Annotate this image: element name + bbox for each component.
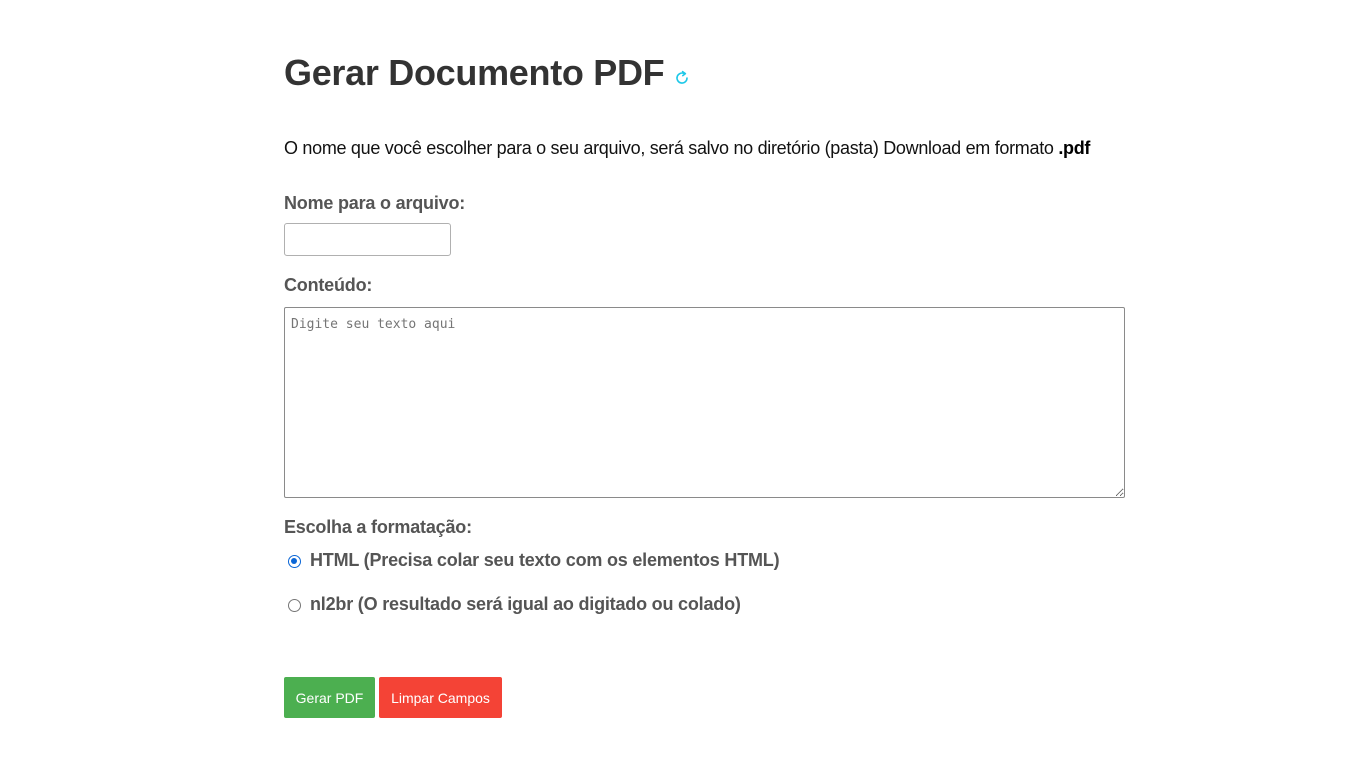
filename-label: Nome para o arquivo: [284,193,466,213]
generate-pdf-button[interactable]: Gerar PDF [284,677,375,718]
content-textarea[interactable] [284,307,1125,498]
format-option-nl2br-label: nl2br (O resultado será igual ao digitad… [310,594,741,614]
format-option-html-label: HTML (Precisa colar seu texto com os ele… [310,550,780,570]
clear-fields-button[interactable]: Limpar Campos [379,677,502,718]
description-main: O nome que você escolher para o seu arqu… [284,138,1059,158]
filename-input[interactable] [284,223,451,256]
description-text: O nome que você escolher para o seu arqu… [284,138,1090,159]
radio-nl2br[interactable] [288,598,301,612]
title-row: Gerar Documento PDF [284,52,690,94]
format-label: Escolha a formatação: [284,517,472,537]
content-label: Conteúdo: [284,275,373,295]
radio-html[interactable] [288,554,301,568]
format-option-nl2br[interactable]: nl2br (O resultado será igual ao digitad… [288,594,741,615]
description-highlight: .pdf [1058,138,1091,158]
format-option-html[interactable]: HTML (Precisa colar seu texto com os ele… [288,550,780,571]
page-title: Gerar Documento PDF [284,52,665,93]
refresh-icon[interactable] [674,70,690,86]
